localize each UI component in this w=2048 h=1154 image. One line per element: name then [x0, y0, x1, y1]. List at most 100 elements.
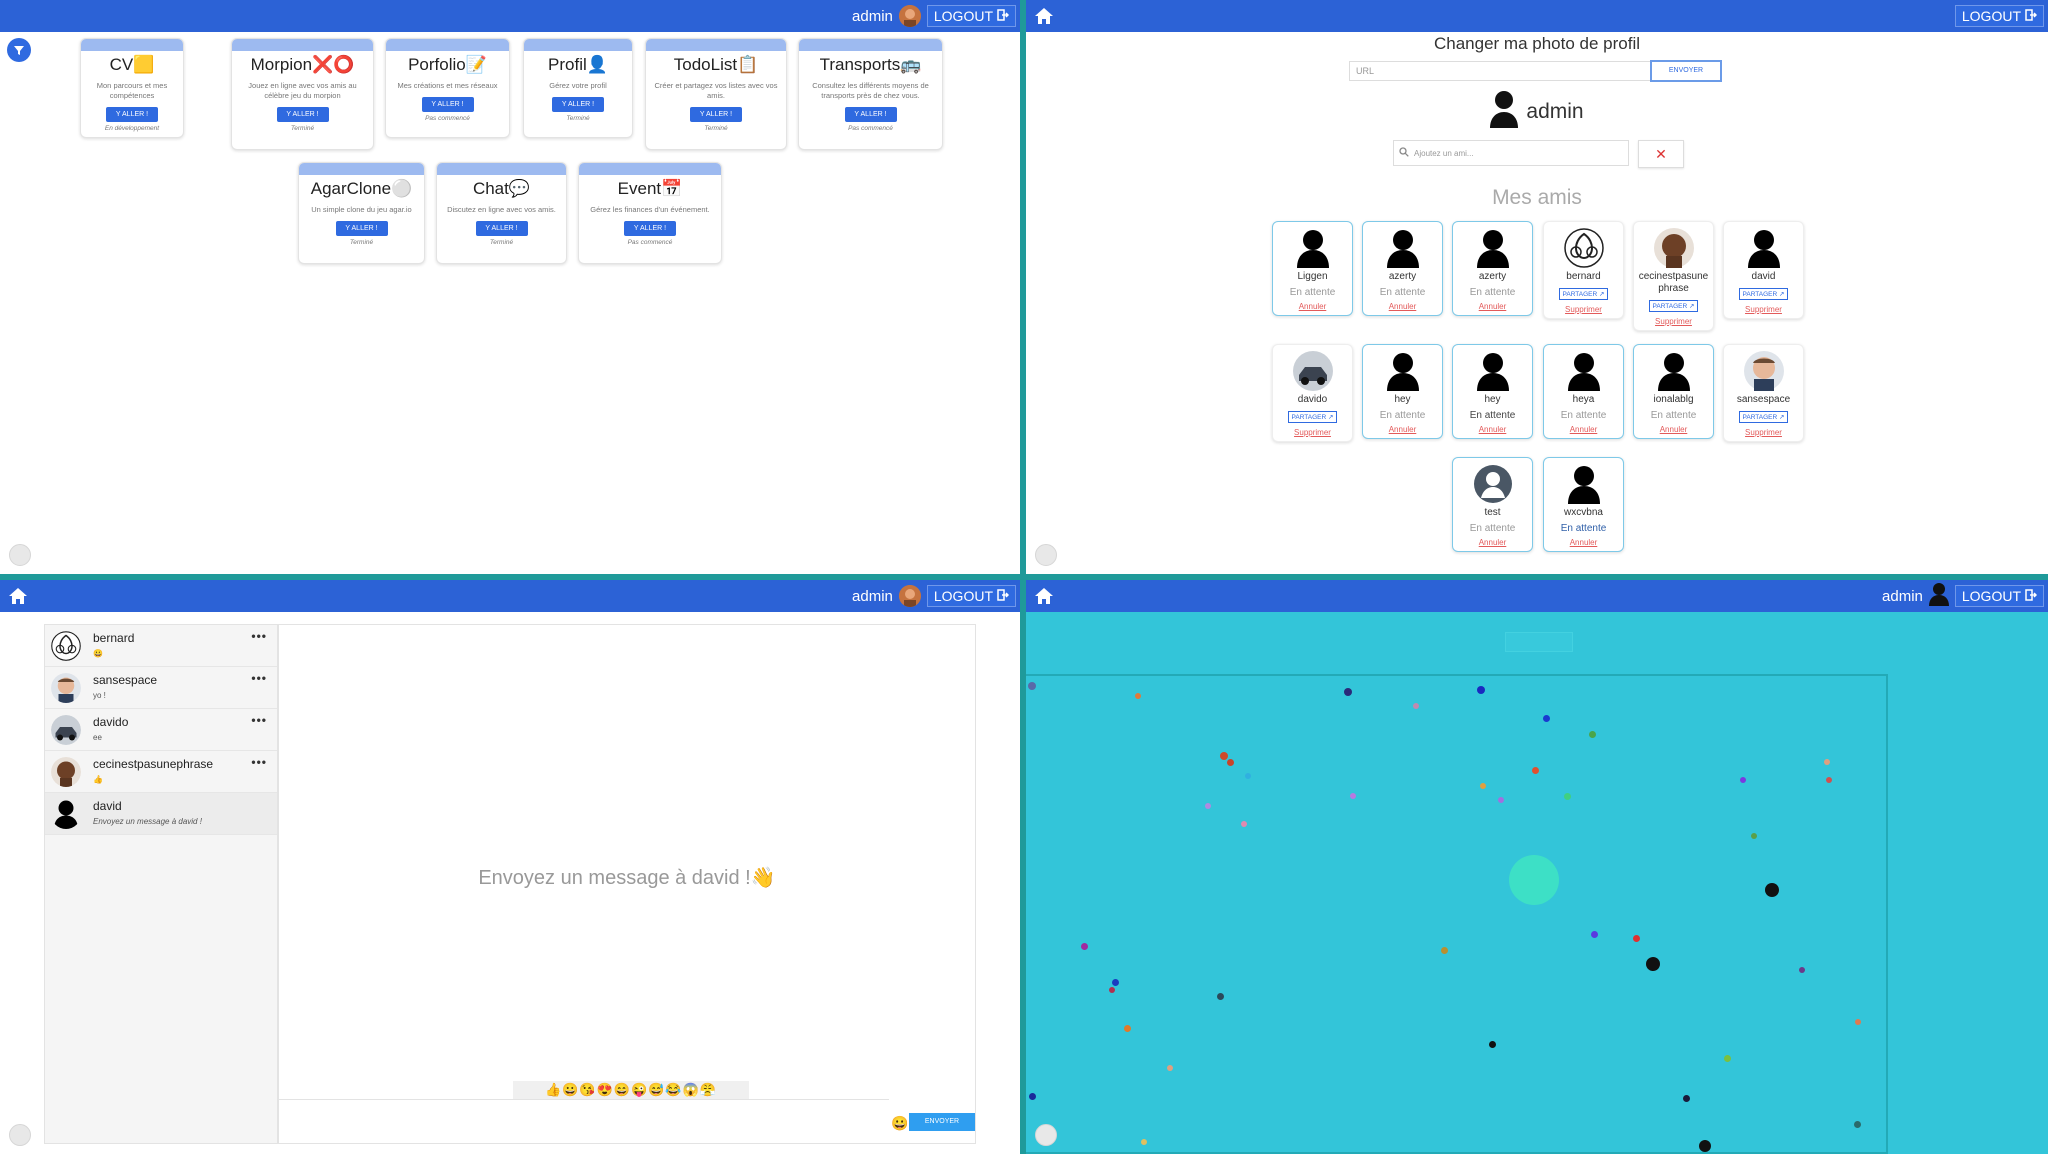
home-icon[interactable] — [6, 584, 30, 608]
conversation-name: bernard — [93, 631, 135, 645]
user-avatar[interactable] — [898, 585, 921, 607]
user-avatar[interactable] — [1928, 582, 1949, 611]
project-go-button[interactable]: Y ALLER ! — [335, 221, 388, 236]
project-go-button[interactable]: Y ALLER ! — [421, 97, 474, 112]
friend-action-link[interactable]: Supprimer — [1544, 305, 1623, 314]
friend-action-link[interactable]: Annuler — [1453, 538, 1532, 547]
theme-toggle[interactable] — [9, 544, 31, 566]
friend-action-link[interactable]: Annuler — [1544, 538, 1623, 547]
filter-button[interactable] — [7, 38, 31, 62]
card-header-band — [299, 163, 424, 175]
clear-search-button[interactable]: ✕ — [1638, 140, 1684, 168]
friend-card: cecinestpasunephrase PARTAGER ↗ Supprimer — [1633, 221, 1714, 331]
top-navbar: LOGOUT — [1026, 0, 2048, 32]
food-pellet — [1135, 693, 1141, 699]
friend-action-link[interactable]: Annuler — [1273, 302, 1352, 311]
conversation-item[interactable]: sansespace yo ! ••• — [45, 667, 277, 709]
friend-card: azerty En attente Annuler — [1362, 221, 1443, 316]
home-icon[interactable] — [1032, 584, 1056, 608]
logout-label: LOGOUT — [933, 8, 993, 24]
profile-panel: LOGOUT Changer ma photo de profil URL EN… — [1026, 0, 2048, 574]
conversation-avatar — [51, 631, 81, 661]
share-button[interactable]: PARTAGER ↗ — [1558, 288, 1609, 300]
food-pellet — [1826, 777, 1832, 783]
food-pellet — [1588, 730, 1596, 738]
share-button[interactable]: PARTAGER ↗ — [1738, 288, 1789, 300]
friend-name: sansespace — [1736, 394, 1791, 405]
food-pellet — [1498, 797, 1504, 803]
friend-status: En attente — [1469, 287, 1516, 298]
more-options-icon[interactable]: ••• — [251, 629, 267, 643]
card-header-band — [81, 39, 183, 51]
friend-action-link[interactable]: Supprimer — [1724, 305, 1803, 314]
logout-button[interactable]: LOGOUT — [926, 585, 1016, 607]
friend-avatar — [1653, 228, 1694, 268]
friend-action-link[interactable]: Annuler — [1363, 302, 1442, 311]
food-pellet — [1646, 957, 1660, 971]
friend-action-link[interactable]: Annuler — [1634, 425, 1713, 434]
friend-action-link[interactable]: Annuler — [1363, 425, 1442, 434]
photo-url-input[interactable]: URL — [1349, 61, 1671, 81]
friend-action-link[interactable]: Supprimer — [1634, 317, 1713, 326]
dashboard-panel: admin LOGOUT CV🟨 Mon parcours et mes comp… — [0, 0, 1020, 574]
food-pellet — [1080, 942, 1088, 950]
send-photo-button[interactable]: ENVOYER — [1650, 60, 1722, 82]
conversation-item[interactable]: david Envoyez un message à david ! — [45, 793, 277, 835]
project-card: TodoList📋 Créer et partagez vos listes av… — [645, 38, 787, 150]
logout-icon — [997, 588, 1010, 604]
food-pellet — [1488, 1040, 1496, 1048]
game-field[interactable] — [1026, 674, 1888, 1154]
friend-status: En attente — [1469, 523, 1516, 534]
logout-icon — [2025, 8, 2038, 24]
logout-button[interactable]: LOGOUT — [1954, 585, 2044, 607]
more-options-icon[interactable]: ••• — [251, 671, 267, 685]
emoji-picker[interactable]: 👍😀😘😍😄😜😅😂😱😤 — [513, 1081, 749, 1099]
more-options-icon[interactable]: ••• — [251, 713, 267, 727]
conversation-item[interactable]: davido ee ••• — [45, 709, 277, 751]
theme-toggle[interactable] — [9, 1124, 31, 1146]
theme-toggle[interactable] — [1035, 1124, 1057, 1146]
food-pellet — [1028, 1092, 1036, 1100]
share-button[interactable]: PARTAGER ↗ — [1648, 300, 1699, 312]
food-pellet — [1699, 1140, 1711, 1152]
friend-action-link[interactable]: Annuler — [1544, 425, 1623, 434]
conversation-item[interactable]: cecinestpasunephrase 👍 ••• — [45, 751, 277, 793]
theme-toggle[interactable] — [1035, 544, 1057, 566]
message-input[interactable] — [279, 1099, 889, 1143]
conversation-item[interactable]: bernard 😀 ••• — [45, 625, 277, 667]
more-options-icon[interactable]: ••• — [251, 755, 267, 769]
logout-button[interactable]: LOGOUT — [1954, 5, 2044, 27]
add-friend-input[interactable]: Ajoutez un ami... — [1393, 140, 1629, 166]
project-go-button[interactable]: Y ALLER ! — [690, 107, 742, 122]
friend-avatar — [1473, 351, 1513, 391]
user-avatar[interactable] — [898, 5, 921, 27]
logout-button[interactable]: LOGOUT — [926, 5, 1016, 27]
project-go-button[interactable]: Y ALLER ! — [552, 97, 604, 112]
emoji-button[interactable]: 😀 — [891, 1115, 908, 1132]
project-go-button[interactable]: Y ALLER ! — [475, 221, 528, 236]
friend-action-link[interactable]: Annuler — [1453, 425, 1532, 434]
friend-card: azerty En attente Annuler — [1452, 221, 1533, 316]
friend-name: azerty — [1388, 271, 1417, 282]
nav-right-group: admin LOGOUT — [852, 0, 1016, 32]
project-go-button[interactable]: Y ALLER ! — [844, 107, 897, 122]
home-icon[interactable] — [1032, 4, 1056, 28]
friend-action-link[interactable]: Supprimer — [1273, 428, 1352, 437]
project-go-button[interactable]: Y ALLER ! — [106, 107, 158, 122]
project-go-button[interactable]: Y ALLER ! — [624, 221, 676, 236]
friend-action-link[interactable]: Supprimer — [1724, 428, 1803, 437]
card-header-band — [646, 39, 786, 51]
friend-action-link[interactable]: Annuler — [1453, 302, 1532, 311]
friend-status: En attente — [1379, 287, 1426, 298]
friend-avatar — [1383, 228, 1423, 268]
friend-card: test En attente Annuler — [1452, 457, 1533, 552]
project-card: Transports🚌 Consultez les différents moye… — [798, 38, 943, 150]
food-pellet — [1141, 1139, 1147, 1145]
send-message-button[interactable]: ENVOYER — [909, 1113, 975, 1131]
project-description: Consultez les différents moyens de trans… — [812, 81, 929, 100]
project-go-button[interactable]: Y ALLER ! — [276, 107, 329, 122]
share-button[interactable]: PARTAGER ↗ — [1287, 411, 1338, 423]
share-button[interactable]: PARTAGER ↗ — [1738, 411, 1789, 423]
card-header-band — [579, 163, 721, 175]
friend-status: En attente — [1560, 523, 1607, 534]
